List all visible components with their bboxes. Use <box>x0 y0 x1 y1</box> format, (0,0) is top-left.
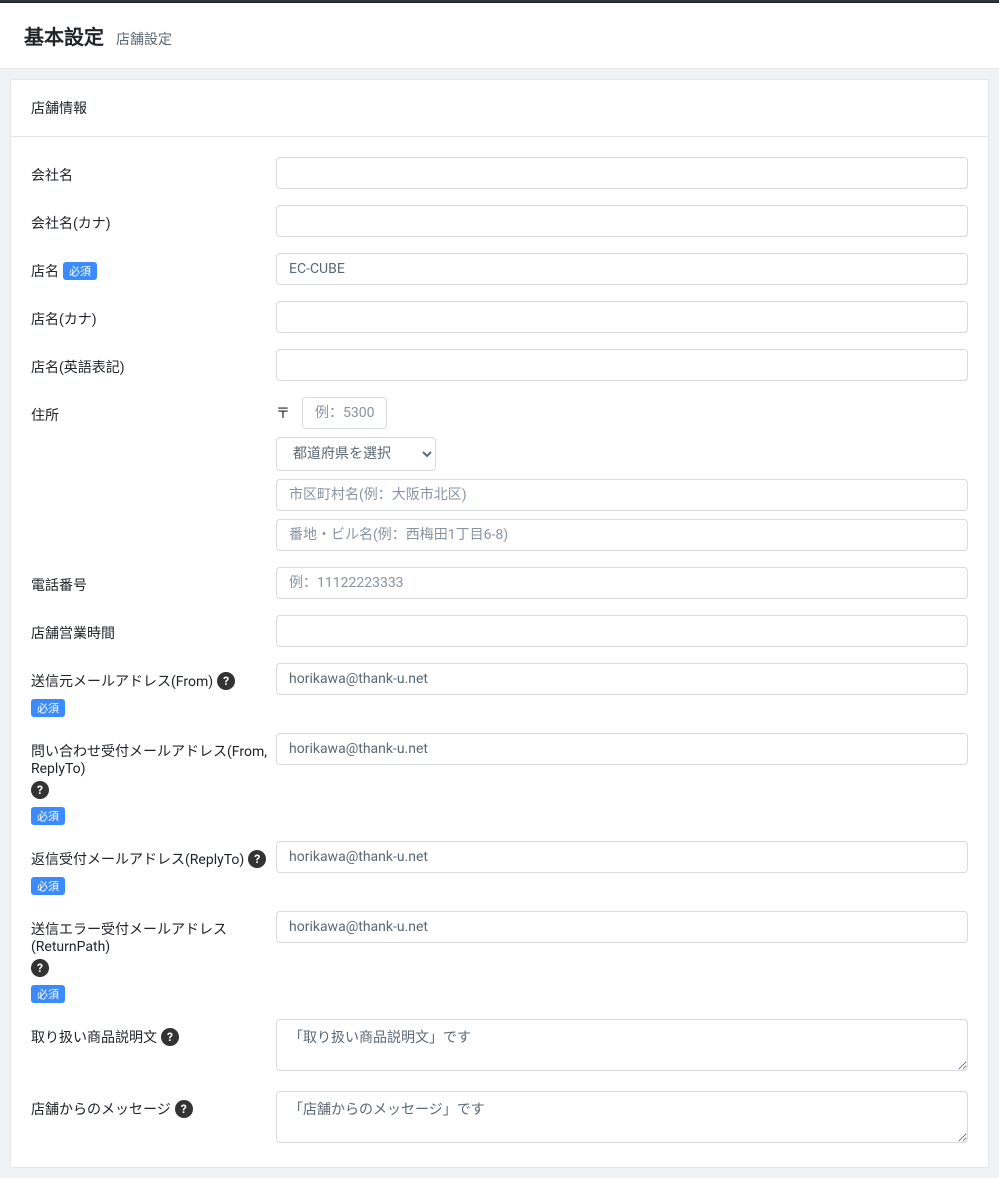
required-badge: 必須 <box>31 699 65 717</box>
input-shop-name-en[interactable] <box>276 349 968 381</box>
input-email-inquiry[interactable] <box>276 733 968 765</box>
label-company-name-kana: 会社名(カナ) <box>31 205 276 233</box>
label-shop-name-text: 店名 <box>31 261 59 281</box>
label-email-reply-text: 返信受付メールアドレス(ReplyTo) <box>31 849 244 869</box>
label-email-from: 送信元メールアドレス(From) ? 必須 <box>31 663 276 717</box>
row-phone: 電話番号 <box>11 559 988 607</box>
label-business-hours: 店舗営業時間 <box>31 615 276 643</box>
label-email-return: 送信エラー受付メールアドレス(ReturnPath) ? 必須 <box>31 911 276 1003</box>
row-shop-name-en: 店名(英語表記) <box>11 341 988 389</box>
label-shop-name: 店名 必須 <box>31 253 276 281</box>
input-shop-name[interactable] <box>276 253 968 285</box>
label-phone: 電話番号 <box>31 567 276 595</box>
row-business-hours: 店舗営業時間 <box>11 607 988 655</box>
help-icon[interactable]: ? <box>175 1100 193 1118</box>
help-icon[interactable]: ? <box>248 850 266 868</box>
label-email-return-text: 送信エラー受付メールアドレス(ReturnPath) <box>31 919 276 955</box>
row-email-reply: 返信受付メールアドレス(ReplyTo) ? 必須 <box>11 833 988 903</box>
page-subtitle: 店舗設定 <box>116 29 172 49</box>
label-email-inquiry: 問い合わせ受付メールアドレス(From, ReplyTo) ? 必須 <box>31 733 276 825</box>
input-email-from[interactable] <box>276 663 968 695</box>
help-icon[interactable]: ? <box>31 959 49 977</box>
help-icon[interactable]: ? <box>31 781 49 799</box>
required-badge: 必須 <box>63 262 97 280</box>
row-address: 住所 〒 都道府県を選択 <box>11 389 988 559</box>
input-phone[interactable] <box>276 567 968 599</box>
label-shop-name-kana: 店名(カナ) <box>31 301 276 329</box>
postal-symbol: 〒 <box>276 403 290 423</box>
input-company-name[interactable] <box>276 157 968 189</box>
textarea-shop-message[interactable] <box>276 1091 968 1143</box>
input-postal-code[interactable] <box>302 397 387 429</box>
input-email-return[interactable] <box>276 911 968 943</box>
required-badge: 必須 <box>31 985 65 1003</box>
label-shop-name-en: 店名(英語表記) <box>31 349 276 377</box>
row-email-return: 送信エラー受付メールアドレス(ReturnPath) ? 必須 <box>11 903 988 1011</box>
label-shop-message-text: 店舗からのメッセージ <box>31 1099 171 1119</box>
label-company-name: 会社名 <box>31 157 276 185</box>
row-shop-name: 店名 必須 <box>11 245 988 293</box>
input-company-name-kana[interactable] <box>276 205 968 237</box>
page-header: 基本設定 店舗設定 <box>0 3 999 69</box>
label-email-inquiry-text: 問い合わせ受付メールアドレス(From, ReplyTo) <box>31 741 276 777</box>
shop-info-card: 店舗情報 会社名 会社名(カナ) 店名 必須 店名(カナ) <box>10 79 989 1168</box>
row-company-name-kana: 会社名(カナ) <box>11 197 988 245</box>
label-email-from-text: 送信元メールアドレス(From) <box>31 671 213 691</box>
select-prefecture[interactable]: 都道府県を選択 <box>276 437 436 471</box>
content-area: 店舗情報 会社名 会社名(カナ) 店名 必須 店名(カナ) <box>0 69 999 1178</box>
required-badge: 必須 <box>31 807 65 825</box>
input-addr1[interactable] <box>276 479 968 511</box>
label-shop-message: 店舗からのメッセージ ? <box>31 1091 276 1119</box>
help-icon[interactable]: ? <box>161 1028 179 1046</box>
required-badge: 必須 <box>31 877 65 895</box>
row-shop-name-kana: 店名(カナ) <box>11 293 988 341</box>
input-business-hours[interactable] <box>276 615 968 647</box>
row-good-traded: 取り扱い商品説明文 ? <box>11 1011 988 1083</box>
page-title: 基本設定 <box>24 21 104 50</box>
label-email-reply: 返信受付メールアドレス(ReplyTo) ? 必須 <box>31 841 276 895</box>
input-shop-name-kana[interactable] <box>276 301 968 333</box>
row-company-name: 会社名 <box>11 137 988 197</box>
input-email-reply[interactable] <box>276 841 968 873</box>
textarea-good-traded[interactable] <box>276 1019 968 1071</box>
row-shop-message: 店舗からのメッセージ ? <box>11 1083 988 1167</box>
input-addr2[interactable] <box>276 519 968 551</box>
row-email-from: 送信元メールアドレス(From) ? 必須 <box>11 655 988 725</box>
label-address: 住所 <box>31 397 276 425</box>
help-icon[interactable]: ? <box>217 672 235 690</box>
label-good-traded-text: 取り扱い商品説明文 <box>31 1027 157 1047</box>
row-email-inquiry: 問い合わせ受付メールアドレス(From, ReplyTo) ? 必須 <box>11 725 988 833</box>
section-title: 店舗情報 <box>11 80 988 137</box>
label-good-traded: 取り扱い商品説明文 ? <box>31 1019 276 1047</box>
